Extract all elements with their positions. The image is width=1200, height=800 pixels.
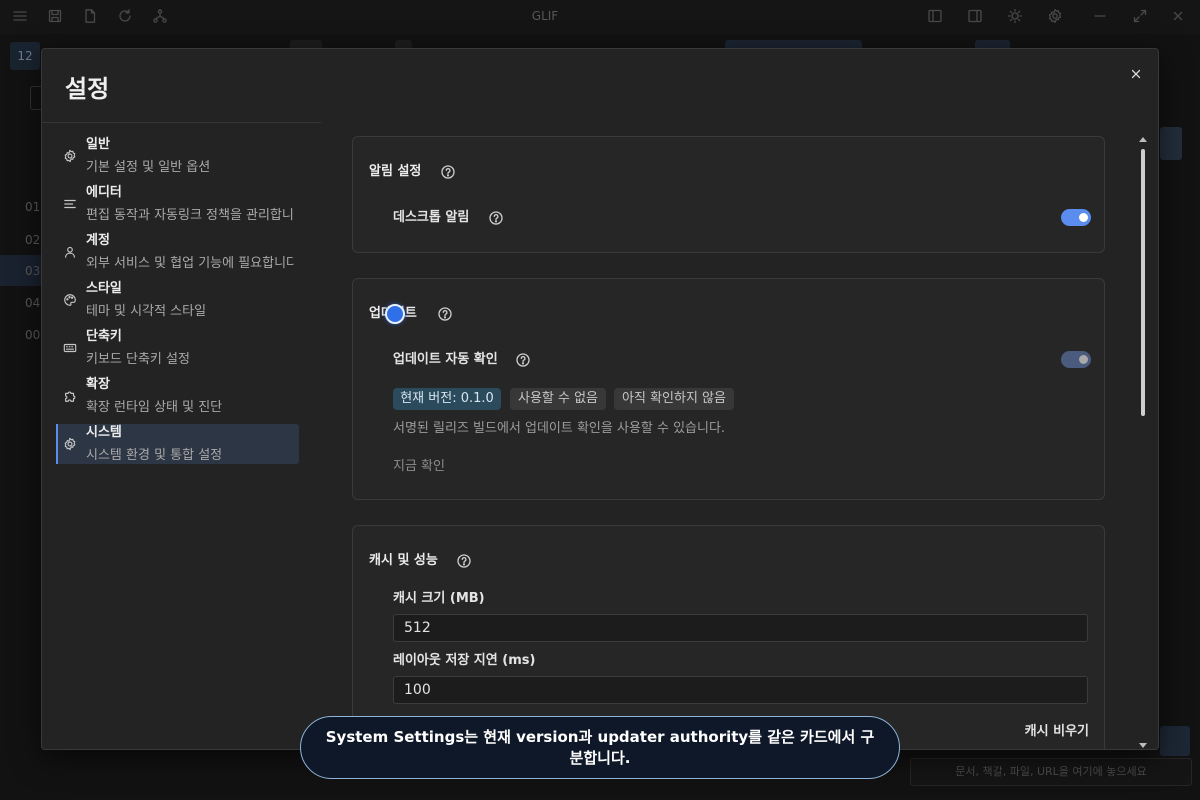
app-top-bar: GLIF [0,0,1200,34]
layout-delay-label: 레이아웃 저장 지연 (ms) [393,653,536,668]
nav-item-general[interactable]: 일반 기본 설정 및 일반 옵션 [56,136,299,176]
graph-icon[interactable] [152,8,168,24]
auto-update-label: 업데이트 자동 확인 [393,352,498,367]
sidebar-row[interactable]: 04 [25,295,40,311]
nav-item-title: 확장 [86,377,110,392]
nav-item-subtitle: 외부 서비스 및 협업 기능에 필요합니다 [86,256,294,271]
nav-item-subtitle: 시스템 환경 및 통합 설정 [86,448,223,463]
last-check-badge: 아직 확인하지 않음 [614,388,734,410]
window-close-icon[interactable] [1170,8,1186,24]
scroll-down-arrow[interactable] [1139,743,1147,748]
notifications-card: 알림 설정 데스크톱 알림 [352,136,1105,253]
sidebar-row[interactable]: 01 [25,199,40,215]
right-panel-icon[interactable] [967,8,983,24]
help-icon[interactable] [516,353,530,367]
update-note: 서명된 릴리즈 빌드에서 업데이트 확인을 사용할 수 있습니다. [393,421,726,436]
nav-item-title: 계정 [86,233,110,248]
nav-item-account[interactable]: 계정 외부 서비스 및 협업 기능에 필요합니다 [56,232,299,272]
save-icon[interactable] [47,8,63,24]
help-icon[interactable] [457,554,471,568]
nav-item-title: 단축키 [86,329,122,344]
nav-item-subtitle: 기본 설정 및 일반 옵션 [86,160,211,175]
nav-item-shortcuts[interactable]: 단축키 키보드 단축키 설정 [56,328,299,368]
minimize-icon[interactable] [1092,8,1108,24]
help-icon[interactable] [489,211,503,225]
toast-notification: System Settings는 현재 version과 updater aut… [300,716,900,779]
close-button[interactable] [1128,66,1144,82]
sidebar-row[interactable]: 03 [25,263,40,279]
menu-icon[interactable] [12,8,28,24]
nav-item-title: 시스템 [86,425,122,440]
nav-item-extensions[interactable]: 확장 확장 런타임 상태 및 진단 [56,376,299,416]
nav-item-style[interactable]: 스타일 테마 및 시각적 스타일 [56,280,299,320]
section-title: 알림 설정 [369,164,422,179]
user-icon [63,245,77,259]
scroll-up-arrow[interactable] [1139,137,1147,142]
auto-update-toggle[interactable] [1061,351,1091,368]
background-send-button[interactable] [1160,726,1190,756]
nav-item-subtitle: 확장 런타임 상태 및 진단 [86,400,223,415]
gear-icon [63,149,77,163]
cache-size-label: 캐시 크기 (MB) [393,591,485,606]
clear-cache-button[interactable]: 캐시 비우기 [953,722,1089,742]
lines-icon [63,197,77,211]
nav-item-title: 에디터 [86,185,122,200]
layout-delay-input[interactable] [393,676,1088,704]
nav-divider [42,122,321,123]
toggle-knob [1079,355,1088,364]
nav-item-subtitle: 편집 동작과 자동링크 정책을 관리합니 [86,208,294,223]
keyboard-icon [63,341,77,355]
toggle-knob [1079,213,1088,222]
check-now-button[interactable]: 지금 확인 [393,457,445,477]
scrollbar-thumb[interactable] [1141,149,1145,416]
settings-gear-icon[interactable] [1047,8,1063,24]
section-title: 캐시 및 성능 [369,553,438,568]
dialog-title: 설정 [65,75,110,103]
drop-zone[interactable]: 문서, 책갈, 파일, URL을 여기에 놓으세요 [910,758,1192,786]
active-indicator [56,424,58,464]
sidebar-count-badge[interactable]: 12 [10,42,40,70]
nav-item-system[interactable]: 시스템 시스템 환경 및 통합 설정 [56,424,299,464]
toast-message: System Settings는 현재 version과 updater aut… [325,727,875,767]
nav-item-subtitle: 키보드 단축키 설정 [86,352,190,367]
sidebar-row[interactable]: 02 [25,232,40,248]
nav-item-editor[interactable]: 에디터 편집 동작과 자동링크 정책을 관리합니 [56,184,299,224]
cache-size-input[interactable] [393,614,1088,642]
palette-icon [63,293,77,307]
left-panel-icon[interactable] [927,8,943,24]
updates-card: 업데이트 업데이트 자동 확인 현재 버전: 0.1.0 사용할 수 없음 아직… [352,278,1105,500]
help-icon[interactable] [441,165,455,179]
app-title: GLIF [531,9,559,23]
theme-icon[interactable] [1007,8,1023,24]
pointer-indicator [385,304,405,324]
help-icon[interactable] [438,307,452,321]
settings-dialog: 설정 일반 기본 설정 및 일반 옵션 에디터 편집 동작과 자동링크 정책을 … [41,48,1159,750]
maximize-icon[interactable] [1132,8,1148,24]
document-icon[interactable] [82,8,98,24]
puzzle-icon [63,389,77,403]
version-badge: 현재 버전: 0.1.0 [393,388,501,410]
nav-item-title: 일반 [86,137,110,152]
background-panel-button[interactable] [1160,127,1182,160]
gear-icon [63,437,77,451]
desktop-notifications-toggle[interactable] [1061,209,1091,226]
nav-item-subtitle: 테마 및 시각적 스타일 [86,304,207,319]
sidebar-row[interactable]: 00 [25,327,40,343]
nav-item-title: 스타일 [86,281,122,296]
refresh-icon[interactable] [117,8,133,24]
availability-badge: 사용할 수 없음 [510,388,606,410]
close-icon [1128,66,1144,82]
desktop-notifications-label: 데스크톱 알림 [393,210,470,225]
